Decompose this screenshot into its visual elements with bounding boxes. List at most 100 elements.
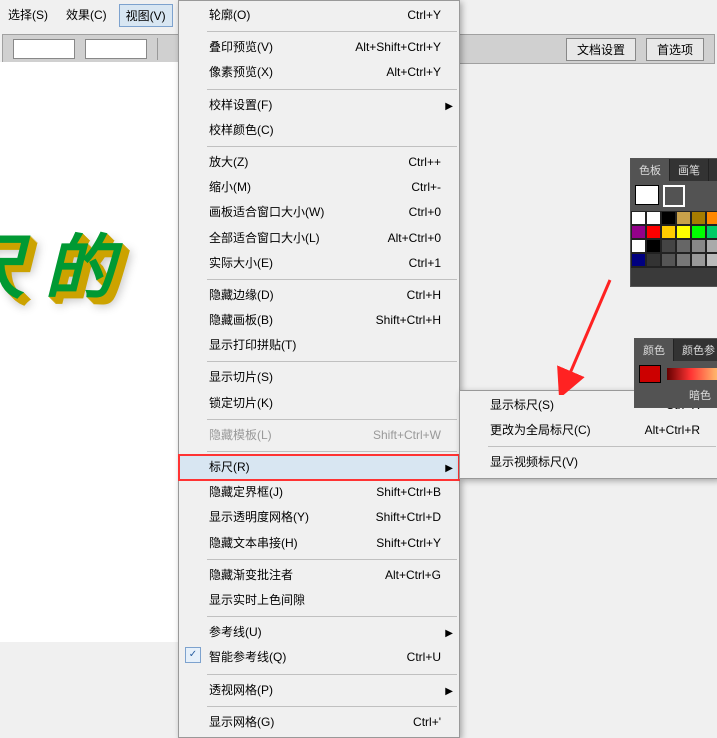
menu-item[interactable]: 锁定切片(K) bbox=[179, 391, 459, 416]
menu-item[interactable]: 显示实时上色间隙 bbox=[179, 588, 459, 613]
menu-item[interactable]: 隐藏定界框(J)Shift+Ctrl+B bbox=[179, 480, 459, 505]
menu-item[interactable]: 放大(Z) Ctrl++ bbox=[179, 150, 459, 175]
menu-item[interactable]: 实际大小(E)Ctrl+1 bbox=[179, 251, 459, 276]
swatch[interactable] bbox=[646, 253, 661, 267]
swatch[interactable] bbox=[691, 253, 706, 267]
swatches-tabs: 色板 画笔 符 bbox=[631, 159, 717, 181]
swatches-grid[interactable] bbox=[631, 211, 717, 267]
menu-item[interactable]: 智能参考线(Q)Ctrl+U✓ bbox=[179, 645, 459, 670]
menu-item-label: 透视网格(P) bbox=[209, 681, 273, 700]
tab-symbols[interactable]: 符 bbox=[709, 159, 717, 181]
swatches-panel[interactable]: 色板 画笔 符 bbox=[630, 158, 717, 287]
menu-item-label: 显示切片(S) bbox=[209, 368, 273, 387]
menu-item[interactable]: 隐藏文本串接(H)Shift+Ctrl+Y bbox=[179, 531, 459, 556]
swatch[interactable] bbox=[691, 211, 706, 225]
menu-item[interactable]: 像素预览(X)Alt+Ctrl+Y bbox=[179, 60, 459, 85]
tab-color-guide[interactable]: 颜色参 bbox=[674, 339, 717, 361]
menu-item-label: 显示网格(G) bbox=[209, 713, 274, 732]
color-panel[interactable]: 颜色 颜色参 暗色 bbox=[634, 338, 717, 408]
menu-item[interactable]: 全部适合窗口大小(L)Alt+Ctrl+0 bbox=[179, 226, 459, 251]
submenu-arrow-icon: ▶ bbox=[445, 626, 453, 642]
swatch[interactable] bbox=[631, 239, 646, 253]
swatch[interactable] bbox=[676, 253, 691, 267]
submenu-item[interactable]: 显示视频标尺(V) bbox=[460, 450, 717, 475]
menu-select[interactable]: 选择(S) bbox=[2, 4, 54, 27]
swatch[interactable] bbox=[661, 239, 676, 253]
menu-item-label: 标尺(R) bbox=[209, 458, 250, 477]
menu-item[interactable]: 显示切片(S) bbox=[179, 365, 459, 390]
menu-item[interactable]: 隐藏渐变批注者Alt+Ctrl+G bbox=[179, 563, 459, 588]
submenu-item[interactable]: 更改为全局标尺(C) Alt+Ctrl+R bbox=[460, 418, 717, 443]
fill-color-well[interactable] bbox=[635, 185, 659, 205]
menu-item-shortcut: Ctrl++ bbox=[408, 153, 441, 172]
menu-item[interactable]: 轮廓(O) Ctrl+Y bbox=[179, 3, 459, 28]
submenu-arrow-icon: ▶ bbox=[445, 684, 453, 700]
menu-view[interactable]: 视图(V) bbox=[119, 4, 173, 27]
artboard: 尺 的 bbox=[0, 62, 180, 642]
menu-item-label: 隐藏边缘(D) bbox=[209, 286, 274, 305]
3d-text: 尺 的 bbox=[0, 212, 114, 313]
swatch[interactable] bbox=[631, 225, 646, 239]
menu-separator bbox=[207, 361, 457, 362]
tab-brushes[interactable]: 画笔 bbox=[670, 159, 709, 181]
menu-separator bbox=[207, 31, 457, 32]
menu-item[interactable]: 透视网格(P) ▶ bbox=[179, 678, 459, 703]
menu-item[interactable]: 显示打印拼贴(T) bbox=[179, 333, 459, 358]
menu-item-shortcut: Alt+Shift+Ctrl+Y bbox=[355, 38, 441, 57]
tab-color[interactable]: 颜色 bbox=[635, 339, 674, 361]
stroke-color-well[interactable] bbox=[663, 185, 685, 207]
swatch[interactable] bbox=[661, 253, 676, 267]
menu-item-label: 智能参考线(Q) bbox=[209, 648, 286, 667]
menu-item-shortcut: Shift+Ctrl+B bbox=[376, 483, 441, 502]
swatch[interactable] bbox=[706, 211, 717, 225]
menu-item-label: 更改为全局标尺(C) bbox=[490, 421, 591, 440]
menu-item-label: 显示标尺(S) bbox=[490, 396, 554, 415]
menu-separator bbox=[207, 706, 457, 707]
color-tabs: 颜色 颜色参 bbox=[635, 339, 717, 361]
swatch[interactable] bbox=[646, 211, 661, 225]
menu-effect[interactable]: 效果(C) bbox=[60, 4, 113, 27]
swatch[interactable] bbox=[631, 211, 646, 225]
menu-item-label: 校样设置(F) bbox=[209, 96, 272, 115]
doc-setup-button[interactable]: 文档设置 bbox=[566, 38, 636, 61]
menu-item[interactable]: 校样颜色(C) bbox=[179, 118, 459, 143]
swatch[interactable] bbox=[661, 225, 676, 239]
color-well[interactable] bbox=[639, 365, 661, 383]
menu-item-label: 放大(Z) bbox=[209, 153, 248, 172]
menu-item-label: 画板适合窗口大小(W) bbox=[209, 203, 324, 222]
menu-separator bbox=[207, 674, 457, 675]
swatch[interactable] bbox=[661, 211, 676, 225]
color-spectrum[interactable] bbox=[667, 368, 717, 380]
swatch[interactable] bbox=[691, 239, 706, 253]
menu-item[interactable]: 标尺(R)▶ bbox=[179, 455, 459, 480]
menu-item-shortcut: Ctrl+Y bbox=[407, 6, 441, 25]
menu-item[interactable]: 显示网格(G)Ctrl+' bbox=[179, 710, 459, 735]
prefs-button[interactable]: 首选项 bbox=[646, 38, 704, 61]
swatch[interactable] bbox=[706, 225, 717, 239]
swatch[interactable] bbox=[676, 239, 691, 253]
menu-item[interactable]: 缩小(M)Ctrl+- bbox=[179, 175, 459, 200]
menu-item-label: 隐藏模板(L) bbox=[209, 426, 272, 445]
menu-item-shortcut: Alt+Ctrl+R bbox=[645, 421, 700, 440]
menu-item-shortcut: Shift+Ctrl+W bbox=[373, 426, 441, 445]
swatch[interactable] bbox=[691, 225, 706, 239]
menu-item[interactable]: 画板适合窗口大小(W)Ctrl+0 bbox=[179, 200, 459, 225]
swatch[interactable] bbox=[706, 253, 717, 267]
swatch[interactable] bbox=[706, 239, 717, 253]
swatch[interactable] bbox=[646, 239, 661, 253]
menu-item[interactable]: 校样设置(F)▶ bbox=[179, 93, 459, 118]
swatch[interactable] bbox=[676, 225, 691, 239]
menu-item[interactable]: 隐藏画板(B)Shift+Ctrl+H bbox=[179, 308, 459, 333]
swatch[interactable] bbox=[676, 211, 691, 225]
toolbar-dropdown-1[interactable] bbox=[13, 39, 75, 59]
swatch[interactable] bbox=[631, 253, 646, 267]
menu-item-shortcut: Ctrl+1 bbox=[409, 254, 441, 273]
tab-swatches[interactable]: 色板 bbox=[631, 159, 670, 181]
menu-item[interactable]: 显示透明度网格(Y)Shift+Ctrl+D bbox=[179, 505, 459, 530]
menu-item-label: 轮廓(O) bbox=[209, 6, 250, 25]
toolbar-dropdown-2[interactable] bbox=[85, 39, 147, 59]
menu-item[interactable]: 叠印预览(V)Alt+Shift+Ctrl+Y bbox=[179, 35, 459, 60]
swatch[interactable] bbox=[646, 225, 661, 239]
menu-item[interactable]: 隐藏边缘(D)Ctrl+H bbox=[179, 283, 459, 308]
swatches-footer bbox=[631, 267, 717, 286]
